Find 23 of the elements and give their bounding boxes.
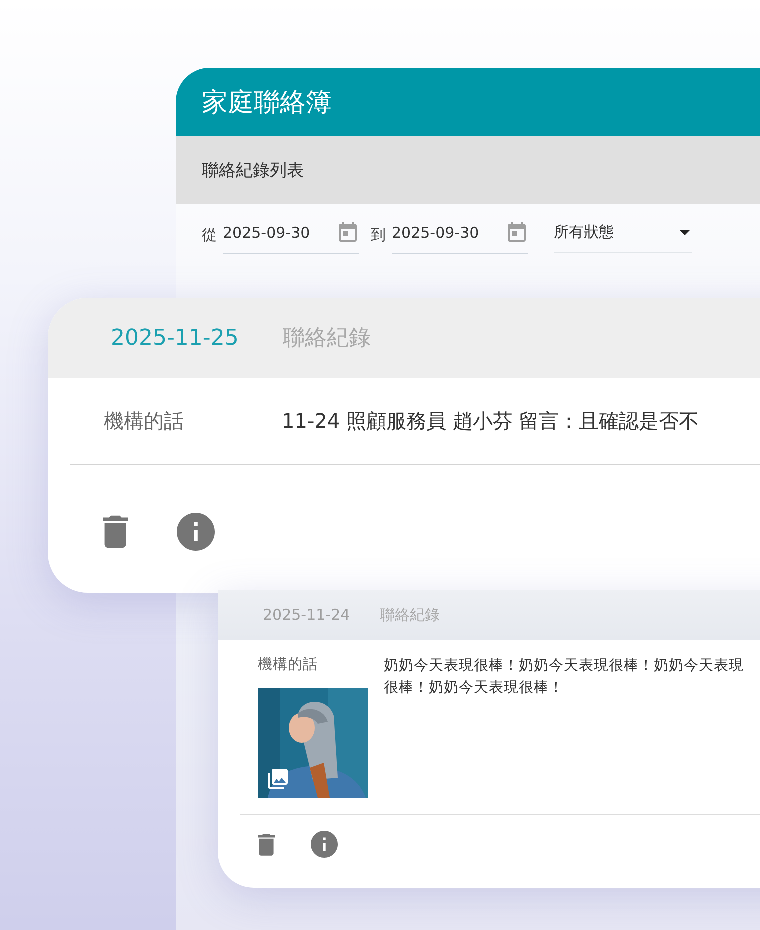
page-title: 聯絡紀錄列表: [202, 160, 304, 182]
trash-icon[interactable]: [258, 832, 275, 856]
calendar-icon[interactable]: [339, 222, 357, 243]
trash-icon[interactable]: [103, 515, 128, 549]
status-dropdown[interactable]: 所有狀態: [554, 217, 692, 253]
info-icon[interactable]: [311, 831, 338, 858]
record-type: 聯絡紀錄: [380, 606, 440, 624]
field-label: 機構的話: [258, 656, 319, 674]
message-text: 奶奶今天表現很棒！奶奶今天表現很棒！奶奶今天表現很棒！奶奶今天表現很棒！: [384, 657, 745, 698]
record-type: 聯絡紀錄: [282, 325, 371, 353]
info-icon[interactable]: [177, 513, 215, 551]
calendar-icon[interactable]: [508, 222, 526, 243]
from-label: 從: [202, 226, 217, 244]
gallery-icon[interactable]: [267, 768, 289, 790]
date-field[interactable]: 2025-09-30: [392, 216, 528, 254]
date-field[interactable]: 2025-09-30: [223, 216, 359, 254]
record-date: 2025-11-24: [263, 606, 350, 624]
record-date: 2025-11-25: [111, 326, 239, 350]
caret-icon: [680, 230, 690, 236]
message-text: 11-24 照顧服務員 趙小芬 留言：且確認是否不: [282, 408, 700, 434]
field-label: 機構的話: [104, 408, 185, 434]
app-title: 家庭聯絡簿: [202, 86, 332, 120]
to-label: 到: [371, 226, 386, 244]
